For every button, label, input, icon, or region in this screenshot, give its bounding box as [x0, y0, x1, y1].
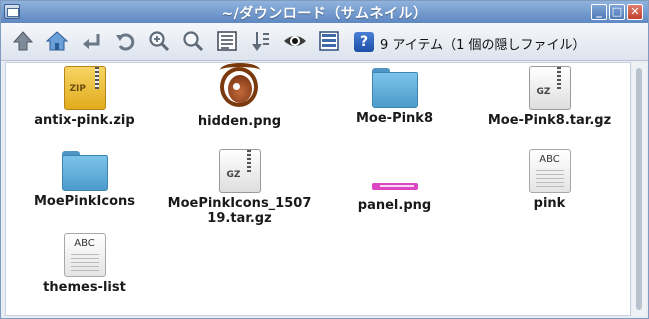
minimize-button[interactable]: _ — [591, 4, 607, 20]
file-item[interactable]: GZ Moe-Pink8.tar.gz — [472, 66, 627, 128]
zoom-in-icon — [149, 31, 170, 52]
file-item[interactable]: Moe-Pink8 — [317, 68, 472, 126]
sort-icon — [252, 32, 269, 51]
show-hidden-button[interactable] — [282, 28, 308, 54]
file-name: Moe-Pink8 — [355, 111, 433, 126]
text-file-icon: ABC — [63, 233, 106, 277]
file-name: pink — [533, 196, 566, 211]
file-name: Moe-Pink8.tar.gz — [487, 113, 612, 128]
close-button[interactable]: ✕ — [627, 4, 643, 20]
help-icon[interactable]: ? — [354, 32, 374, 52]
file-item[interactable]: MoePinkIcons — [7, 151, 162, 209]
gz-archive-icon: GZ — [528, 66, 571, 110]
file-item[interactable]: ZIP antix-pink.zip — [7, 66, 162, 128]
window-title: ~/ダウンロード（サムネイル） — [221, 6, 428, 22]
file-view[interactable]: ZIP antix-pink.zip hidden.png Moe-Pink8 … — [5, 62, 631, 316]
gz-archive-icon: GZ — [218, 149, 261, 193]
folder-icon — [371, 68, 418, 108]
zoom-out-button[interactable] — [180, 28, 206, 54]
status-text: 9 アイテム（1 個の隠しファイル） — [380, 38, 586, 53]
file-item[interactable]: ABC themes-list — [7, 233, 162, 295]
scrollbar-thumb[interactable] — [636, 68, 642, 310]
eye-image-icon — [218, 63, 262, 111]
file-name: MoePinkIcons — [33, 194, 136, 209]
back-button[interactable] — [78, 28, 104, 54]
up-icon — [12, 31, 34, 51]
home-icon — [45, 31, 69, 51]
toolbar: ? 9 アイテム（1 個の隠しファイル） — [1, 23, 648, 61]
file-manager-window: ~/ダウンロード（サムネイル） _ □ ✕ ? 9 アイテム（1 個の隠しファイ… — [0, 0, 649, 319]
file-item[interactable]: ABC pink — [472, 149, 627, 211]
file-name: antix-pink.zip — [34, 113, 135, 128]
up-button[interactable] — [10, 28, 36, 54]
pink-bar-image-icon — [371, 183, 418, 190]
file-item[interactable]: panel.png — [317, 183, 472, 213]
file-name: hidden.png — [197, 114, 282, 129]
zoom-in-button[interactable] — [146, 28, 172, 54]
undo-icon — [116, 33, 135, 51]
file-name: MoePinkIcons_150719.tar.gz — [167, 196, 312, 226]
file-item[interactable]: hidden.png — [162, 63, 317, 129]
file-name: themes-list — [43, 280, 126, 295]
file-name: panel.png — [357, 198, 432, 213]
details-view-button[interactable] — [214, 28, 240, 54]
zoom-out-icon — [183, 31, 204, 52]
zip-archive-icon: ZIP — [63, 66, 106, 110]
eye-icon — [284, 36, 306, 46]
sort-button[interactable] — [248, 28, 274, 54]
text-file-icon: ABC — [528, 149, 571, 193]
folder-icon — [61, 151, 108, 191]
vertical-scrollbar[interactable] — [632, 62, 646, 316]
list-view-icon — [319, 31, 339, 51]
home-button[interactable] — [44, 28, 70, 54]
titlebar[interactable]: ~/ダウンロード（サムネイル） _ □ ✕ — [1, 1, 648, 23]
back-enter-icon — [83, 34, 100, 49]
maximize-button[interactable]: □ — [609, 4, 625, 20]
undo-button[interactable] — [112, 28, 138, 54]
file-item[interactable]: GZ MoePinkIcons_150719.tar.gz — [162, 149, 317, 226]
list-view-button[interactable] — [316, 28, 342, 54]
details-view-icon — [217, 31, 237, 51]
